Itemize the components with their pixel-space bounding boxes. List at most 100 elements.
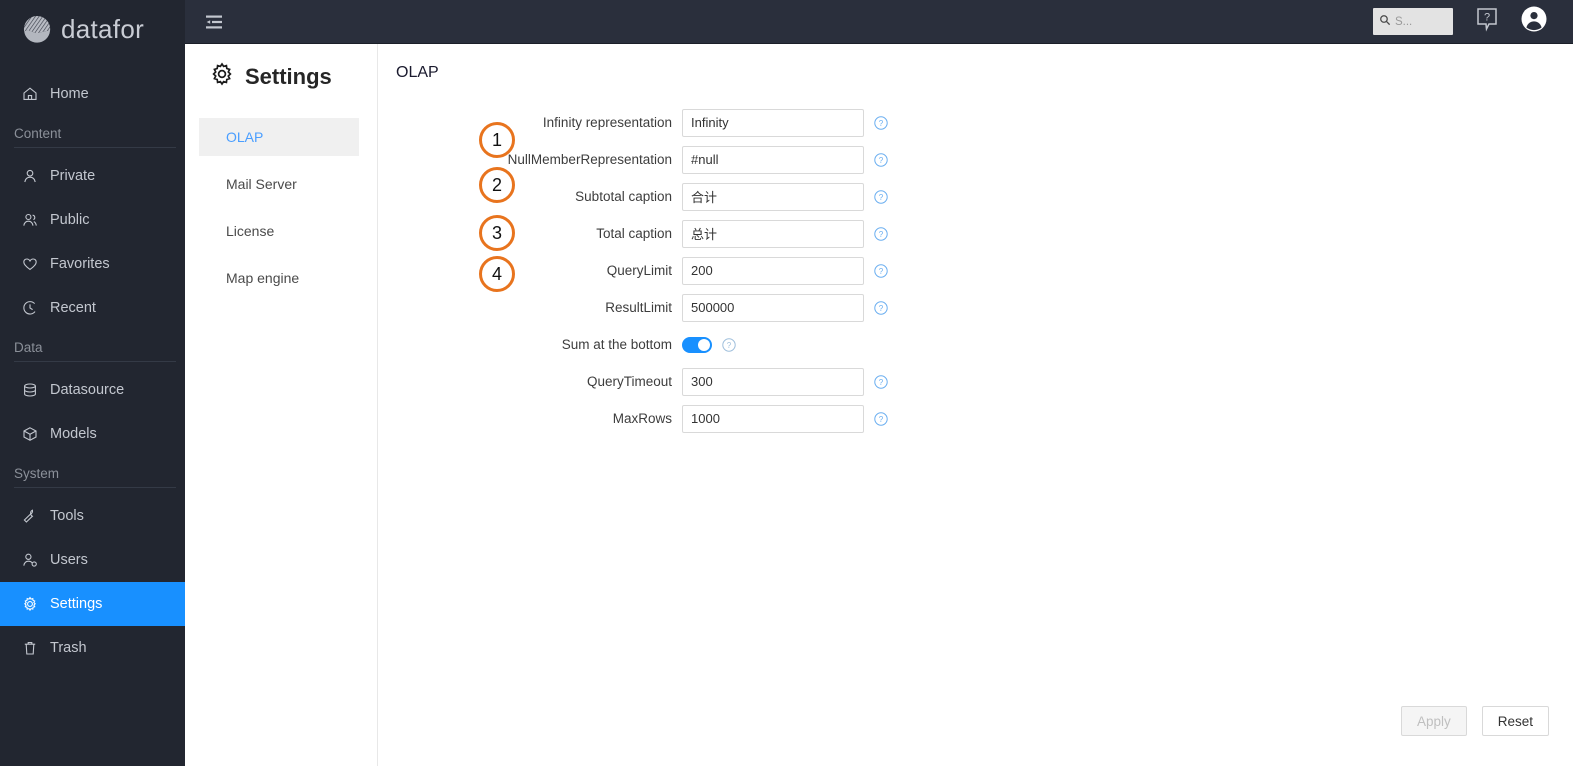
help-circle-icon[interactable]: ? xyxy=(874,411,888,426)
search-icon xyxy=(1379,13,1391,31)
form-row: NullMemberRepresentation ? xyxy=(378,141,1573,178)
svg-text:?: ? xyxy=(879,415,884,424)
sidebar-item-label: Trash xyxy=(50,640,87,656)
field-label: Infinity representation xyxy=(542,115,672,130)
nav-group-root: Home xyxy=(0,72,185,116)
sidebar-item-users[interactable]: Users xyxy=(0,538,185,582)
svg-text:?: ? xyxy=(1484,12,1490,24)
clock-icon xyxy=(22,300,38,316)
help-circle-icon[interactable]: ? xyxy=(874,300,888,315)
sidebar-item-label: Users xyxy=(50,552,88,568)
home-icon xyxy=(22,86,38,102)
field-label: ResultLimit xyxy=(605,300,672,315)
form-row: Total caption ? xyxy=(378,215,1573,252)
nav-group-data: Data Datasource Models xyxy=(0,340,185,456)
field-label: Sum at the bottom xyxy=(561,337,672,352)
svg-text:?: ? xyxy=(727,341,732,350)
help-circle-icon[interactable]: ? xyxy=(874,189,888,204)
search-placeholder: S... xyxy=(1395,15,1413,28)
sidebar-item-trash[interactable]: Trash xyxy=(0,626,185,670)
content-wrapper: Settings OLAP Mail Server License Map en… xyxy=(185,44,1573,766)
database-icon xyxy=(22,382,38,398)
sidebar-item-private[interactable]: Private xyxy=(0,154,185,198)
form-row: ResultLimit ? xyxy=(378,289,1573,326)
help-circle-icon[interactable]: ? xyxy=(874,115,888,130)
help-circle-icon[interactable]: ? xyxy=(874,226,888,241)
annotation-marker-3: 3 xyxy=(479,215,515,251)
form-row: Infinity representation ? xyxy=(378,104,1573,141)
settings-nav-panel: Settings OLAP Mail Server License Map en… xyxy=(185,44,378,766)
sidebar-item-public[interactable]: Public xyxy=(0,198,185,242)
left-sidebar: datafor Home Content Private Public Favo… xyxy=(0,0,185,766)
sidebar-item-label: Recent xyxy=(50,300,96,316)
query-timeout-input[interactable] xyxy=(682,367,864,396)
form-row: QueryLimit ? xyxy=(378,252,1573,289)
heart-icon xyxy=(22,256,38,272)
sidebar-item-tools[interactable]: Tools xyxy=(0,494,185,538)
brand-logo[interactable]: datafor xyxy=(0,0,185,58)
sidebar-item-favorites[interactable]: Favorites xyxy=(0,242,185,286)
query-limit-input[interactable] xyxy=(682,256,864,285)
svg-text:?: ? xyxy=(879,156,884,165)
result-limit-input[interactable] xyxy=(682,293,864,322)
settings-panel-title: Settings xyxy=(185,62,377,91)
help-circle-icon[interactable]: ? xyxy=(874,263,888,278)
svg-text:?: ? xyxy=(879,230,884,239)
sidebar-item-home[interactable]: Home xyxy=(0,72,185,116)
null-member-representation-input[interactable] xyxy=(682,145,864,174)
apply-button[interactable]: Apply xyxy=(1400,706,1467,736)
user-avatar-icon[interactable] xyxy=(1521,6,1547,37)
infinity-representation-input[interactable] xyxy=(682,108,864,137)
topbar-right-cluster: S... ? xyxy=(1373,6,1573,37)
svg-text:?: ? xyxy=(879,304,884,313)
nav-section-label-content: Content xyxy=(14,126,62,141)
sidebar-item-label: Private xyxy=(50,168,96,184)
sidebar-item-recent[interactable]: Recent xyxy=(0,286,185,330)
subtotal-caption-input[interactable] xyxy=(682,182,864,211)
olap-settings-form: OLAP Infinity representation ? NullMembe… xyxy=(378,44,1573,766)
nav-section-label-system: System xyxy=(14,466,60,481)
help-circle-icon[interactable]: ? xyxy=(874,152,888,167)
main-area: S... ? Settings OLAP Mail Server License… xyxy=(185,0,1573,766)
sidebar-item-label: Datasource xyxy=(50,382,125,398)
help-circle-icon[interactable]: ? xyxy=(722,337,736,352)
nav-group-content: Content Private Public Favorites Recent xyxy=(0,126,185,330)
svg-text:?: ? xyxy=(879,267,884,276)
sidebar-item-datasource[interactable]: Datasource xyxy=(0,368,185,412)
sidebar-item-label: Home xyxy=(50,86,89,102)
field-label: MaxRows xyxy=(612,411,672,426)
total-caption-input[interactable] xyxy=(682,219,864,248)
sidebar-item-label: Public xyxy=(50,212,90,228)
nav-divider xyxy=(14,147,176,148)
max-rows-input[interactable] xyxy=(682,404,864,433)
nav-divider xyxy=(14,361,176,362)
sum-at-bottom-toggle[interactable] xyxy=(682,336,712,353)
brand-name: datafor xyxy=(61,13,145,44)
svg-text:?: ? xyxy=(879,119,884,128)
wrench-icon xyxy=(22,508,38,524)
gear-icon xyxy=(210,62,234,91)
help-circle-icon[interactable]: ? xyxy=(874,374,888,389)
help-question-icon[interactable]: ? xyxy=(1475,6,1499,37)
page-title: OLAP xyxy=(396,64,439,81)
settings-nav-item-mail-server[interactable]: Mail Server xyxy=(199,165,359,203)
svg-text:?: ? xyxy=(879,378,884,387)
settings-nav-label: License xyxy=(226,223,275,239)
form-row: Sum at the bottom ? xyxy=(378,326,1573,363)
user-gear-icon xyxy=(22,552,38,568)
annotation-marker-1: 1 xyxy=(479,122,515,158)
reset-button[interactable]: Reset xyxy=(1481,706,1549,736)
settings-nav-item-olap[interactable]: OLAP xyxy=(199,118,359,156)
nav-divider xyxy=(14,487,176,488)
sidebar-item-label: Tools xyxy=(50,508,84,524)
sidebar-item-models[interactable]: Models xyxy=(0,412,185,456)
sidebar-item-settings[interactable]: Settings xyxy=(0,582,185,626)
settings-nav-item-license[interactable]: License xyxy=(199,212,359,250)
field-label: Total caption xyxy=(596,226,672,241)
settings-nav-item-map-engine[interactable]: Map engine xyxy=(199,259,359,297)
search-input[interactable]: S... xyxy=(1373,8,1453,35)
field-label: QueryLimit xyxy=(606,263,672,278)
sidebar-item-label: Settings xyxy=(50,596,103,612)
gear-icon xyxy=(22,596,38,612)
menu-fold-icon[interactable] xyxy=(204,12,224,32)
